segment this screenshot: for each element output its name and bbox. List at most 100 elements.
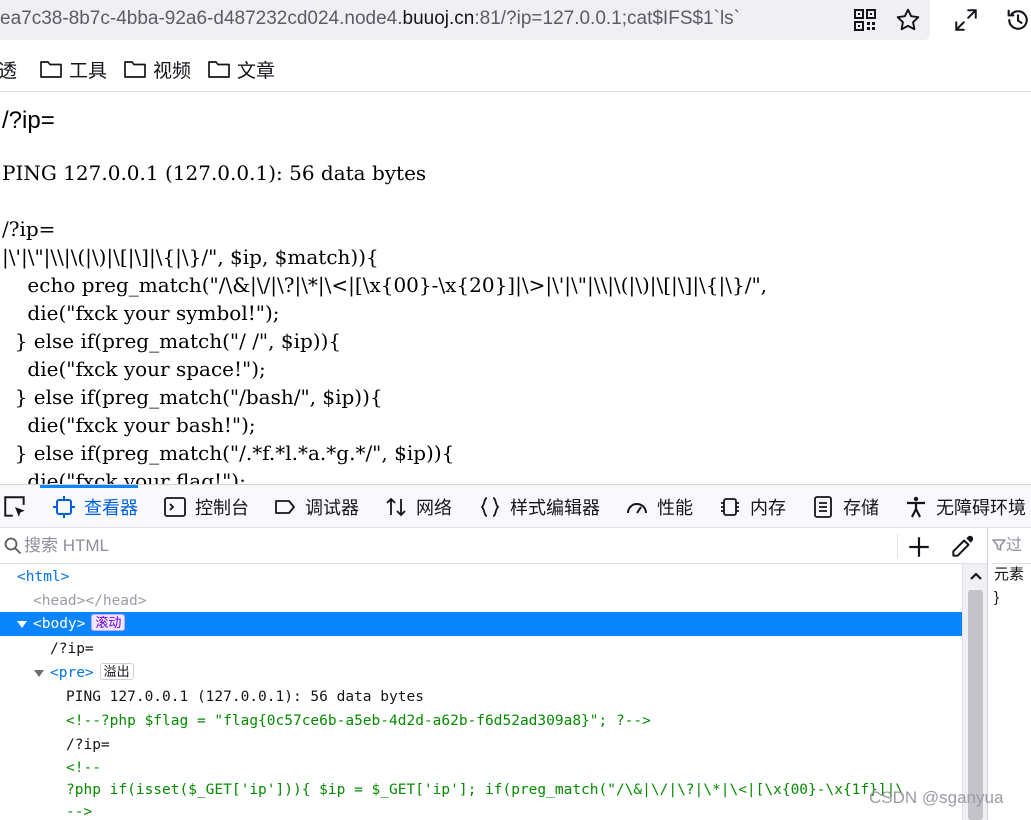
- comment-flag: <!--?php $flag = "flag{0c57ce6b-a5eb-4d2…: [66, 713, 651, 729]
- html-search-bar: [0, 528, 987, 564]
- tree-scrollbar[interactable]: [962, 564, 987, 820]
- style-editor-icon: [480, 496, 500, 517]
- tag-html: <html>: [17, 569, 70, 585]
- tree-text-node[interactable]: /?ip=: [0, 637, 962, 661]
- rules-filter[interactable]: 过: [992, 528, 1031, 564]
- bookmark-star-icon[interactable]: [895, 7, 921, 33]
- code-line: /?ip=: [2, 217, 56, 241]
- folder-icon: [124, 61, 146, 78]
- comment-php: ?php if(isset($_GET['ip'])){ $ip = $_GET…: [66, 782, 905, 798]
- tab-label: 查看器: [84, 497, 138, 518]
- markup-tree: <html> <head></head> <body> 滚动 /?ip= <pre…: [0, 564, 962, 820]
- accessibility-icon: [907, 496, 925, 517]
- toolbar-divider: [897, 534, 898, 558]
- code-line: } else if(preg_match("/bash/", $ip)){: [2, 385, 383, 409]
- storage-icon: [814, 495, 832, 518]
- rule-brace: }: [994, 589, 1000, 606]
- folder-icon: [40, 61, 62, 78]
- bookmark-folder-articles[interactable]: 文章: [207, 56, 275, 82]
- tab-network[interactable]: 网络: [384, 485, 452, 528]
- tab-inspector[interactable]: 查看器: [40, 485, 138, 528]
- console-icon: [164, 496, 186, 517]
- network-icon: [386, 497, 406, 516]
- comment-open: <!--: [66, 760, 101, 776]
- fullscreen-icon[interactable]: [953, 7, 979, 33]
- search-icon: [4, 537, 22, 555]
- comment-close: -->: [66, 804, 93, 820]
- tag-body: <body>: [33, 616, 86, 632]
- scroll-up-arrow-icon[interactable]: [969, 570, 983, 582]
- filter-icon: [992, 539, 1006, 551]
- rules-pane: 过 元素 }: [987, 528, 1031, 820]
- tag-head: <head></head>: [33, 593, 147, 609]
- bookmark-folder-tools[interactable]: 工具: [39, 56, 107, 82]
- url-text[interactable]: ea7c38-8b7c-4bba-92a6-d487232cd024.node4…: [0, 6, 842, 32]
- code-line: } else if(preg_match("/.*f.*l.*a.*g.*/",…: [2, 441, 455, 465]
- search-html-input[interactable]: [24, 534, 884, 558]
- inspector-icon: [53, 495, 75, 518]
- debugger-icon: [275, 499, 295, 514]
- code-line: } else if(preg_match("/ /", $ip)){: [2, 329, 342, 353]
- performance-icon: [627, 502, 647, 514]
- tab-label: 样式编辑器: [510, 497, 600, 518]
- bookmark-folder-videos[interactable]: 视频: [123, 56, 191, 82]
- address-field[interactable]: ea7c38-8b7c-4bba-92a6-d487232cd024.node4…: [0, 0, 930, 40]
- ping-output: PING 127.0.0.1 (127.0.0.1): 56 data byte…: [2, 161, 427, 185]
- tree-node-head[interactable]: <head></head>: [0, 589, 962, 613]
- code-line: echo preg_match("/\&|\/|\?|\*|\<|[\x{00}…: [2, 273, 768, 297]
- scroll-badge[interactable]: 滚动: [91, 614, 126, 631]
- code-line: die("fxck your bash!");: [2, 413, 256, 437]
- tag-pre: <pre>: [50, 665, 94, 681]
- qr-code-icon[interactable]: [853, 8, 877, 32]
- scroll-thumb[interactable]: [968, 590, 983, 820]
- text-node: /?ip=: [50, 641, 94, 657]
- tab-label: 控制台: [195, 497, 249, 518]
- memory-icon: [721, 497, 739, 516]
- page-heading: /?ip=: [2, 107, 55, 134]
- filter-placeholder: 过: [1006, 537, 1023, 554]
- tree-comment-node[interactable]: <!--?php $flag = "flag{0c57ce6b-a5eb-4d2…: [0, 709, 962, 733]
- bookmark-label: 透: [0, 60, 18, 82]
- watermark: CSDN @sganyua: [869, 788, 1004, 807]
- url-host: buuoj.cn: [402, 8, 475, 29]
- text-node: PING 127.0.0.1 (127.0.0.1): 56 data byte…: [66, 689, 424, 705]
- tab-debugger[interactable]: 调试器: [273, 485, 359, 528]
- tree-node-body[interactable]: <body> 滚动: [0, 612, 962, 636]
- bookmark-label: 视频: [153, 60, 192, 82]
- tab-label: 性能: [657, 497, 693, 518]
- expand-twisty-icon[interactable]: [17, 620, 27, 628]
- bookmark-item[interactable]: 透: [0, 56, 17, 82]
- tab-accessibility[interactable]: 无障碍环境: [904, 485, 1026, 528]
- tab-label: 调试器: [305, 497, 359, 518]
- tree-comment-node[interactable]: -->: [0, 800, 962, 820]
- tab-memory[interactable]: 内存: [718, 485, 786, 528]
- url-prefix: ea7c38-8b7c-4bba-92a6-d487232cd024.node4…: [0, 8, 403, 29]
- overflow-badge[interactable]: 溢出: [99, 663, 134, 680]
- text-node: /?ip=: [66, 737, 110, 753]
- add-node-icon[interactable]: [906, 534, 932, 560]
- devtools-toolbar: 查看器 控制台 调试器 网络 样式编辑器 性能 内存 存储 无障碍环境: [0, 484, 1031, 528]
- tree-comment-node[interactable]: ?php if(isset($_GET['ip'])){ $ip = $_GET…: [0, 778, 962, 802]
- tree-node-html[interactable]: <html>: [0, 565, 962, 589]
- element-picker-icon[interactable]: [2, 494, 28, 520]
- eyedropper-icon[interactable]: [949, 534, 975, 560]
- tab-label: 无障碍环境: [936, 497, 1026, 518]
- folder-icon: [208, 61, 230, 78]
- tab-performance[interactable]: 性能: [625, 485, 693, 528]
- tab-console[interactable]: 控制台: [163, 485, 249, 528]
- tab-label: 内存: [750, 497, 786, 518]
- expand-twisty-icon[interactable]: [34, 669, 44, 677]
- tree-comment-node[interactable]: <!--: [0, 756, 962, 780]
- tree-text-node[interactable]: PING 127.0.0.1 (127.0.0.1): 56 data byte…: [0, 685, 962, 709]
- bookmark-label: 文章: [237, 60, 276, 82]
- tab-style-editor[interactable]: 样式编辑器: [478, 485, 600, 528]
- tab-storage[interactable]: 存储: [811, 485, 879, 528]
- url-suffix: :81/?ip=127.0.0.1;cat$IFS$1`ls`: [474, 8, 740, 29]
- tab-label: 网络: [416, 497, 452, 518]
- tree-text-node[interactable]: /?ip=: [0, 733, 962, 757]
- url-bar: ea7c38-8b7c-4bba-92a6-d487232cd024.node4…: [0, 0, 1031, 44]
- code-line: die("fxck your symbol!");: [2, 301, 280, 325]
- rule-selector: 元素: [994, 566, 1025, 583]
- tree-node-pre[interactable]: <pre> 溢出: [0, 661, 962, 685]
- history-icon[interactable]: [1004, 6, 1031, 34]
